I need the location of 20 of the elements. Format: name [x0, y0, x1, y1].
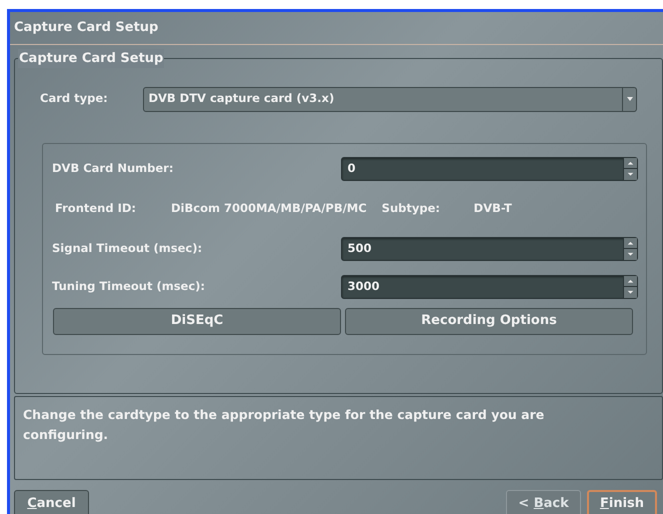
group-title: Capture Card Setup: [18, 48, 164, 68]
field-label: Frontend ID:: [55, 200, 138, 217]
spin-box[interactable]: 500: [340, 236, 638, 260]
help-text: Change the cardtype to the appropriate type for the capture card you are configuring.: [23, 406, 546, 444]
field-label: Card type:: [40, 90, 109, 108]
field-label: Tuning Timeout (msec):: [52, 278, 206, 295]
panel-button[interactable]: Recording Options: [345, 308, 633, 334]
caret-icon: [626, 97, 632, 101]
frontend-value: DiBcom 7000MA/MB/PA/PB/MC: [171, 200, 367, 217]
dialog-button[interactable]: Cancel: [14, 490, 89, 514]
panel-button[interactable]: DiSEqC: [53, 308, 341, 334]
dialog-button[interactable]: Finish: [587, 490, 657, 514]
window-title: Capture Card Setup: [14, 20, 158, 35]
spin-box[interactable]: 0: [340, 156, 638, 180]
field-label: DVB Card Number:: [52, 160, 174, 177]
field-label: Signal Timeout (msec):: [52, 240, 204, 257]
subtype-value: DVB-T: [474, 200, 512, 217]
field-label: Subtype:: [382, 200, 441, 217]
spin-box[interactable]: 3000: [340, 274, 638, 298]
card-type-dropdown[interactable]: DVB DTV capture card (v3.x): [143, 86, 637, 112]
